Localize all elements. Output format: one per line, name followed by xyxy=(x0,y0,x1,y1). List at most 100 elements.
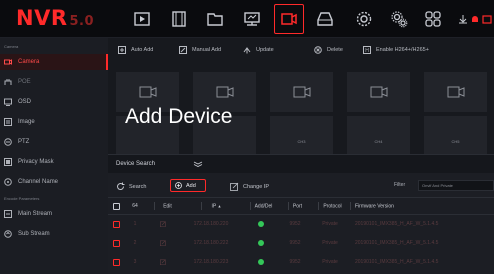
channel-tile[interactable] xyxy=(424,72,487,112)
edit-box-icon xyxy=(179,46,187,54)
sidebar-item-ptz[interactable]: PTZ xyxy=(0,134,108,150)
device-table: 64 Edit IP ▲ Add/Del Port Protocol Firmw… xyxy=(108,197,494,272)
system-gear-icon[interactable] xyxy=(390,10,408,28)
firmware-header: Firmware Version xyxy=(350,197,494,215)
row-port: 9952 xyxy=(289,259,301,265)
download-icon[interactable] xyxy=(458,11,468,24)
camera-icon[interactable] xyxy=(274,4,304,34)
network-icon[interactable] xyxy=(243,10,261,28)
edit-icon[interactable] xyxy=(146,253,180,272)
playback-icon[interactable] xyxy=(133,10,151,28)
record-icon[interactable] xyxy=(482,11,492,24)
table-row[interactable]: 1 172.18.180.220 9952 Private 20190101_I… xyxy=(108,215,494,234)
film-icon[interactable] xyxy=(170,10,188,28)
sidebar-item-poe[interactable]: POE xyxy=(0,74,108,90)
camera-placeholder-icon xyxy=(216,86,233,98)
sidebar-item-channel-name[interactable]: Channel Name xyxy=(0,174,108,190)
panel-title: Device Search xyxy=(116,161,156,167)
device-search-panel: Device Search Search Add Change IP Filte… xyxy=(108,154,494,274)
enable-h264-label: Enable H264+/H265+ xyxy=(376,47,429,53)
row-firmware: 20190101_IMX385_H_AF_W_5.1.4.5 xyxy=(355,259,439,265)
folder-icon[interactable] xyxy=(206,10,224,28)
sidebar-item-camera[interactable]: Camera xyxy=(0,54,108,70)
channel-tile[interactable]: CH3 xyxy=(270,116,333,150)
monitor-icon xyxy=(4,98,12,106)
row-protocol: Private xyxy=(322,240,338,246)
channel-tile[interactable] xyxy=(347,72,410,112)
port-header: Port xyxy=(280,197,310,215)
sidebar-item-label: Camera xyxy=(18,59,40,65)
channel-tile[interactable] xyxy=(270,72,333,112)
enable-h264-button[interactable]: H Enable H264+/H265+ xyxy=(363,46,429,54)
row-checkbox[interactable] xyxy=(112,239,120,247)
add-status-icon[interactable] xyxy=(242,215,280,234)
update-label: Update xyxy=(256,47,274,53)
update-button[interactable]: Update xyxy=(243,46,274,54)
sidebar-section-encode: Encode Parameters xyxy=(4,196,40,201)
row-checkbox[interactable] xyxy=(112,220,120,228)
channel-tile[interactable]: CH5 xyxy=(424,116,487,150)
edit-icon[interactable] xyxy=(146,215,180,234)
edit-icon xyxy=(230,182,239,191)
select-all-checkbox[interactable] xyxy=(112,202,120,210)
table-row[interactable]: 3 172.18.180.223 9952 Private 20190101_I… xyxy=(108,253,494,272)
sidebar-item-main-stream[interactable]: Main Stream xyxy=(0,206,108,222)
sidebar-item-sub-stream[interactable]: Sub Stream xyxy=(0,226,108,242)
search-button[interactable]: Search xyxy=(116,182,146,191)
row-ip: 172.18.180.220 xyxy=(193,221,229,228)
double-chevron-down-icon[interactable] xyxy=(193,161,203,167)
row-protocol: Private xyxy=(322,259,338,265)
update-icon xyxy=(243,47,251,54)
row-firmware: 20190101_IMX385_H_AF_W_5.1.4.5 xyxy=(355,240,439,246)
image-icon xyxy=(4,118,12,126)
svg-text:H: H xyxy=(365,48,369,54)
row-port: 9952 xyxy=(289,240,301,246)
storage-icon[interactable] xyxy=(316,10,334,28)
row-checkbox[interactable] xyxy=(112,258,120,266)
row-ip: 172.18.180.223 xyxy=(193,259,229,265)
auto-add-button[interactable]: Auto Add xyxy=(118,46,153,54)
row-number: 2 xyxy=(133,240,137,246)
plus-circle-icon xyxy=(175,182,182,189)
top-bar: NVR 5.0 xyxy=(0,0,494,38)
row-firmware: 20190101_IMX385_H_AF_W_5.1.4.5 xyxy=(355,221,439,228)
sidebar-item-image[interactable]: Image xyxy=(0,114,108,130)
add-button[interactable]: Add xyxy=(170,179,206,192)
change-ip-button[interactable]: Change IP xyxy=(230,182,269,191)
edit-header: Edit xyxy=(146,197,180,215)
row-protocol: Private xyxy=(322,221,338,228)
filter-label: Filter xyxy=(394,182,406,188)
camera-placeholder-icon xyxy=(139,86,156,98)
manual-add-button[interactable]: Manual Add xyxy=(179,46,221,54)
select-all-header[interactable] xyxy=(108,197,124,215)
filter-select[interactable]: Onvif And Private xyxy=(418,180,494,191)
plus-box-icon xyxy=(118,46,126,54)
sidebar-item-label: PTZ xyxy=(18,139,30,145)
camera-placeholder-icon xyxy=(370,86,387,98)
channel-tile[interactable]: CH4 xyxy=(347,116,410,150)
sidebar-item-privacy-mask[interactable]: Privacy Mask xyxy=(0,154,108,170)
table-row[interactable]: 2 172.18.180.222 9952 Private 20190101_I… xyxy=(108,234,494,253)
row-ip: 172.18.180.222 xyxy=(193,240,229,246)
delete-label: Delete xyxy=(327,47,343,53)
refresh-icon xyxy=(117,182,125,190)
ip-header[interactable]: IP ▲ xyxy=(180,197,242,215)
add-status-icon[interactable] xyxy=(242,234,280,253)
ptz-icon xyxy=(4,138,12,146)
grid-icon[interactable] xyxy=(424,10,442,28)
sidebar-item-label: OSD xyxy=(18,99,32,105)
add-status-icon[interactable] xyxy=(242,253,280,272)
camera-placeholder-icon xyxy=(293,86,310,98)
panel-header: Device Search xyxy=(108,155,494,173)
search-label: Search xyxy=(129,183,147,190)
sidebar-item-osd[interactable]: OSD xyxy=(0,94,108,110)
h264-icon: H xyxy=(363,46,371,54)
stream-icon xyxy=(4,210,12,218)
alarm-icon[interactable] xyxy=(470,11,480,22)
delete-button[interactable]: Delete xyxy=(314,46,343,54)
sidebar-item-label: Main Stream xyxy=(18,211,53,217)
row-number: 1 xyxy=(133,221,137,228)
settings-gear-icon[interactable] xyxy=(355,10,373,28)
sidebar-item-label: POE xyxy=(18,79,31,85)
edit-icon[interactable] xyxy=(146,234,180,253)
